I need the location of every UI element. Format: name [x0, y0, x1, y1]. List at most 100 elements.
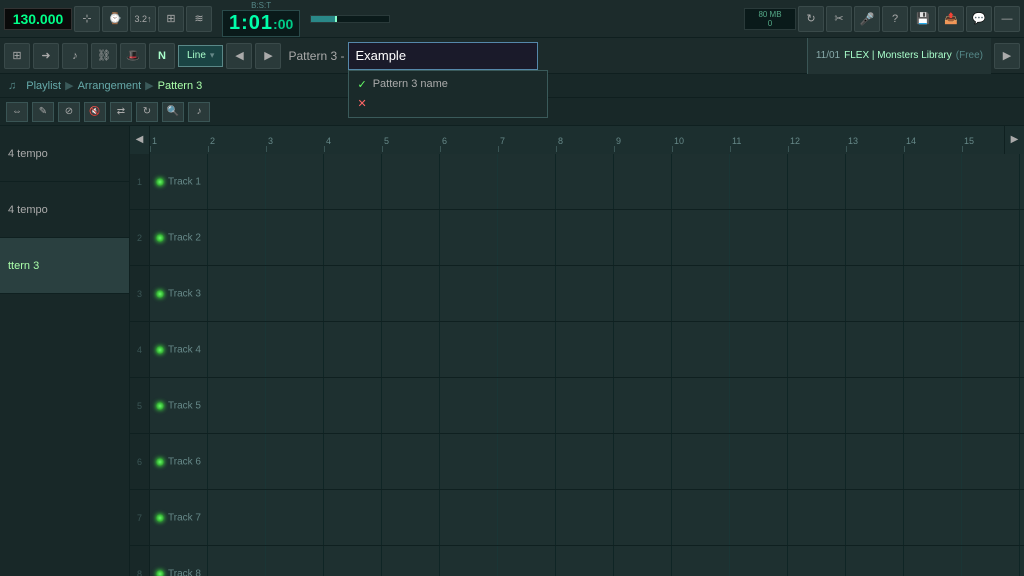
- help-btn[interactable]: ?: [882, 6, 908, 32]
- track-cell[interactable]: [266, 546, 324, 576]
- track-cell[interactable]: [440, 378, 498, 433]
- track-cell[interactable]: [962, 378, 1020, 433]
- tool-icon-1[interactable]: ⊹: [74, 6, 100, 32]
- track-cell[interactable]: [208, 154, 266, 209]
- tempo-display[interactable]: 130.000: [4, 8, 72, 30]
- tool-icon-5[interactable]: ≋: [186, 6, 212, 32]
- track-cell[interactable]: [498, 210, 556, 265]
- track-cell[interactable]: [556, 490, 614, 545]
- track-cell[interactable]: [556, 154, 614, 209]
- track-cell[interactable]: [672, 378, 730, 433]
- track-grid-8[interactable]: Track 8: [150, 546, 1024, 576]
- track-cell[interactable]: [1020, 154, 1024, 209]
- track-cell[interactable]: [440, 434, 498, 489]
- track-cell[interactable]: [672, 546, 730, 576]
- dropdown-cancel-item[interactable]: ✕: [349, 94, 547, 113]
- track-cell[interactable]: [846, 378, 904, 433]
- track-cell[interactable]: [614, 434, 672, 489]
- ruler-mark-7[interactable]: 7: [498, 136, 556, 152]
- scrub-bar[interactable]: [310, 15, 390, 23]
- track-cell[interactable]: [1020, 266, 1024, 321]
- ruler-mark-8[interactable]: 8: [556, 136, 614, 152]
- track-cell[interactable]: [382, 154, 440, 209]
- tool-icon-4[interactable]: ⊞: [158, 6, 184, 32]
- ruler-scroll-right[interactable]: ▶: [1004, 126, 1024, 154]
- track-cell[interactable]: [324, 434, 382, 489]
- plugin-expand-btn[interactable]: ▶: [994, 43, 1020, 69]
- track-cell[interactable]: [208, 378, 266, 433]
- time-display-main[interactable]: 1:01: [229, 12, 273, 35]
- track-cell[interactable]: [614, 546, 672, 576]
- track-cell[interactable]: [672, 490, 730, 545]
- track-cell[interactable]: [672, 322, 730, 377]
- track-cell[interactable]: [730, 546, 788, 576]
- track-cell[interactable]: [672, 266, 730, 321]
- track-cell[interactable]: [614, 490, 672, 545]
- track-cell[interactable]: [440, 210, 498, 265]
- tool-icon-3[interactable]: 3.2↑: [130, 6, 156, 32]
- track-cell[interactable]: [440, 322, 498, 377]
- tool-icon-2[interactable]: ⌚: [102, 6, 128, 32]
- track-cell[interactable]: [556, 434, 614, 489]
- sidebar-item-1[interactable]: 4 tempo: [0, 182, 129, 238]
- track-cell[interactable]: [266, 322, 324, 377]
- track-cell[interactable]: [904, 546, 962, 576]
- track-cell[interactable]: [788, 210, 846, 265]
- n-btn[interactable]: N: [149, 43, 175, 69]
- t4-vol-btn[interactable]: ♪: [188, 102, 210, 122]
- link-btn[interactable]: ⛓: [91, 43, 117, 69]
- track-grid-6[interactable]: Track 6: [150, 434, 1024, 489]
- ruler-mark-2[interactable]: 2: [208, 136, 266, 152]
- track-cell[interactable]: [324, 210, 382, 265]
- track-cell[interactable]: [208, 490, 266, 545]
- track-cell[interactable]: [1020, 546, 1024, 576]
- track-cell[interactable]: [440, 546, 498, 576]
- track-cell[interactable]: [962, 546, 1020, 576]
- piano-roll-btn[interactable]: ⊞: [4, 43, 30, 69]
- t4-loop-btn[interactable]: ↻: [136, 102, 158, 122]
- track-cell[interactable]: [556, 266, 614, 321]
- track-cell[interactable]: [208, 546, 266, 576]
- ruler-mark-13[interactable]: 13: [846, 136, 904, 152]
- track-cell[interactable]: [614, 154, 672, 209]
- track-cell[interactable]: [498, 378, 556, 433]
- line-mode-btn[interactable]: Line ▾: [178, 45, 223, 67]
- ruler-mark-4[interactable]: 4: [324, 136, 382, 152]
- ruler-mark-15[interactable]: 15: [962, 136, 1004, 152]
- track-cell[interactable]: [614, 210, 672, 265]
- track-cell[interactable]: [846, 266, 904, 321]
- track-cell[interactable]: [614, 378, 672, 433]
- track-cell[interactable]: [556, 210, 614, 265]
- track-cell[interactable]: [382, 322, 440, 377]
- track-cell[interactable]: [730, 322, 788, 377]
- track-cell[interactable]: [498, 490, 556, 545]
- chat-btn[interactable]: 💬: [966, 6, 992, 32]
- track-cell[interactable]: [324, 154, 382, 209]
- hat-btn[interactable]: 🎩: [120, 43, 146, 69]
- track-cell[interactable]: [382, 490, 440, 545]
- track-cell[interactable]: [846, 210, 904, 265]
- track-cell[interactable]: [730, 434, 788, 489]
- track-cell[interactable]: [904, 434, 962, 489]
- track-cell[interactable]: [498, 434, 556, 489]
- track-grid-7[interactable]: Track 7: [150, 490, 1024, 545]
- track-cell[interactable]: [440, 490, 498, 545]
- track-cell[interactable]: [440, 266, 498, 321]
- track-cell[interactable]: [962, 434, 1020, 489]
- track-cell[interactable]: [382, 378, 440, 433]
- ruler-mark-6[interactable]: 6: [440, 136, 498, 152]
- t4-move-btn[interactable]: ⇔: [6, 102, 28, 122]
- save-btn[interactable]: 💾: [910, 6, 936, 32]
- track-cell[interactable]: [440, 154, 498, 209]
- track-cell[interactable]: [556, 322, 614, 377]
- track-cell[interactable]: [266, 210, 324, 265]
- track-cell[interactable]: [208, 210, 266, 265]
- track-cell[interactable]: [846, 322, 904, 377]
- loop-btn[interactable]: ↻: [798, 6, 824, 32]
- breadcrumb-playlist[interactable]: Playlist: [26, 80, 61, 92]
- track-cell[interactable]: [208, 322, 266, 377]
- pattern-name-input[interactable]: [348, 42, 538, 70]
- track-cell[interactable]: [556, 378, 614, 433]
- track-cell[interactable]: [324, 378, 382, 433]
- track-cell[interactable]: [788, 322, 846, 377]
